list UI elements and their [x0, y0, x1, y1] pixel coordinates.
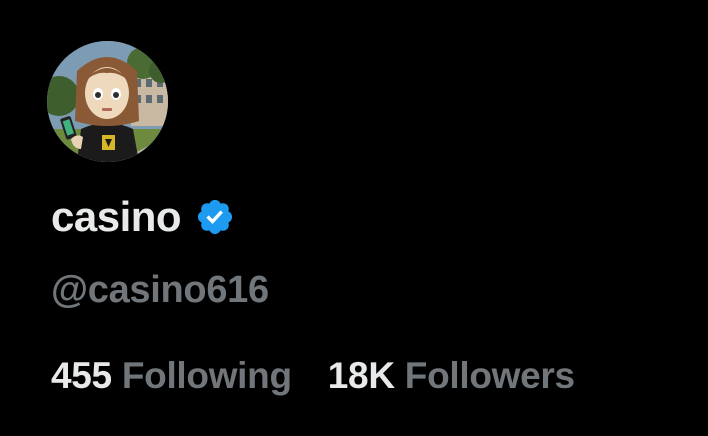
profile-stats: 455 Following 18K Followers [51, 352, 575, 400]
followers-link[interactable]: 18K Followers [328, 352, 575, 400]
display-name: casino [51, 193, 182, 240]
verified-badge-icon[interactable] [195, 197, 235, 237]
followers-label: Followers [404, 355, 575, 396]
username-handle: @casino616 [51, 269, 269, 311]
profile-card: casino @casino616 455 Following 18K Foll… [0, 0, 708, 436]
following-link[interactable]: 455 Following [51, 352, 292, 400]
followers-count: 18K [327, 355, 395, 396]
display-name-row: casino [51, 190, 235, 244]
avatar-image [47, 41, 168, 162]
avatar[interactable] [47, 41, 168, 162]
following-label: Following [121, 355, 292, 396]
following-count: 455 [51, 355, 112, 396]
